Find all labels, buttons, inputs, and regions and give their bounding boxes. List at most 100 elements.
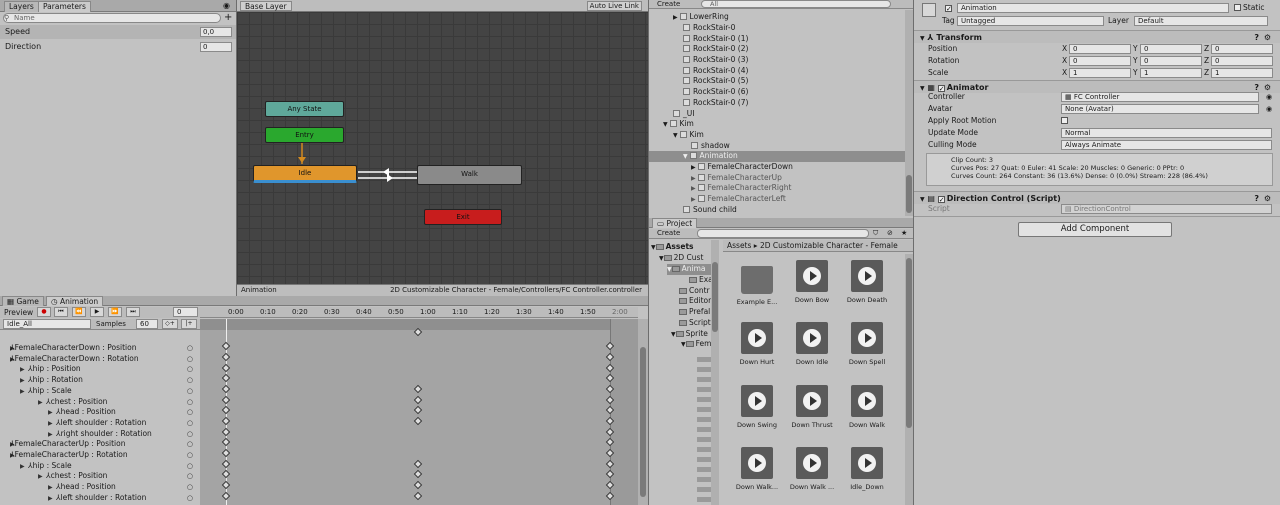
first-key-button[interactable]: ⏮ xyxy=(54,307,68,317)
keyframe[interactable] xyxy=(221,395,231,405)
parameter-row-speed[interactable]: Speed 0,0 xyxy=(0,25,236,39)
keyframe[interactable] xyxy=(413,480,423,490)
property-row[interactable]: ▶ ⅄chest : Position ○ xyxy=(0,471,199,482)
keyframe[interactable] xyxy=(413,384,423,394)
position-z[interactable]: 0 xyxy=(1211,44,1273,54)
position-y[interactable]: 0 xyxy=(1140,44,1202,54)
walk-node[interactable]: Walk xyxy=(417,165,522,185)
hierarchy-item[interactable]: Sound child xyxy=(649,205,906,216)
toggle-icon[interactable]: ○ xyxy=(187,386,193,396)
property-row[interactable]: ▶ ⅄hip : Scale ○ xyxy=(0,461,199,472)
hierarchy-item[interactable]: ▶ FemaleCharacterDown xyxy=(649,162,906,173)
asset-item[interactable]: Down Bow xyxy=(786,260,838,304)
toggle-icon[interactable]: ○ xyxy=(187,429,193,439)
tag-dropdown[interactable]: Untagged xyxy=(957,16,1104,26)
property-row[interactable]: ▶⅄FemaleCharacterUp : Position ○ xyxy=(0,439,199,450)
keyframe[interactable] xyxy=(221,459,231,469)
keyframe[interactable] xyxy=(221,469,231,479)
hierarchy-create-button[interactable]: Create xyxy=(657,0,680,8)
transform-header[interactable]: ▼ ⅄ Transform ? ⚙ xyxy=(914,30,1280,43)
folder-tree-scrollbar[interactable] xyxy=(711,240,719,505)
keyframe[interactable] xyxy=(221,448,231,458)
asset-item[interactable]: Down Swing xyxy=(731,385,783,429)
hierarchy-item[interactable]: ▶ FemaleCharacterLeft xyxy=(649,194,906,205)
label-icon[interactable]: ⊘ xyxy=(887,229,893,237)
preview-toggle[interactable]: Preview xyxy=(4,308,33,317)
layer-dropdown[interactable]: Default xyxy=(1134,16,1268,26)
keyframe[interactable] xyxy=(221,437,231,447)
record-button[interactable]: ● xyxy=(37,307,51,317)
project-create-button[interactable]: Create xyxy=(657,229,680,237)
toggle-icon[interactable]: ○ xyxy=(187,364,193,374)
add-keyframe-button[interactable]: ◇+ xyxy=(162,319,178,329)
frame-field[interactable]: 0 xyxy=(173,307,198,317)
scale-y[interactable]: 1 xyxy=(1140,68,1202,78)
position-x[interactable]: 0 xyxy=(1069,44,1131,54)
asset-item[interactable]: Down Walk xyxy=(841,385,893,429)
keyframe[interactable] xyxy=(413,405,423,415)
folder-item[interactable]: ▼ Fem xyxy=(681,339,711,350)
property-row[interactable]: ▶ ⅄chest : Position ○ xyxy=(0,397,199,408)
tab-game[interactable]: ▦ Game xyxy=(2,296,44,306)
hierarchy-search-input[interactable]: All xyxy=(701,0,891,8)
toggle-icon[interactable]: ○ xyxy=(187,493,193,503)
next-key-button[interactable]: ⏩ xyxy=(108,307,122,317)
toggle-icon[interactable]: ○ xyxy=(187,418,193,428)
prev-key-button[interactable]: ⏪ xyxy=(72,307,86,317)
scale-z[interactable]: 1 xyxy=(1211,68,1273,78)
asset-item[interactable]: Down Idle xyxy=(786,322,838,366)
last-key-button[interactable]: ⏭ xyxy=(126,307,140,317)
project-search-input[interactable] xyxy=(697,229,869,238)
hierarchy-item[interactable]: RockStair-0 (7) xyxy=(649,98,906,109)
folder-item[interactable]: Exa xyxy=(689,275,713,286)
asset-folder[interactable]: Example E... xyxy=(731,262,783,306)
scrollbar-thumb[interactable] xyxy=(712,262,718,332)
asset-item[interactable]: Idle_Down xyxy=(841,447,893,491)
play-button[interactable]: ▶ xyxy=(90,307,104,317)
add-parameter-button[interactable]: + xyxy=(224,12,232,23)
parameter-search-input[interactable]: Name xyxy=(3,13,221,23)
root-motion-checkbox[interactable] xyxy=(1061,115,1070,127)
star-icon[interactable]: ★ xyxy=(901,229,907,237)
object-name-field[interactable]: Animation xyxy=(957,3,1229,13)
scrollbar-thumb[interactable] xyxy=(906,175,912,213)
keyframe[interactable] xyxy=(413,459,423,469)
property-row[interactable]: ▶ ⅄hip : Position ○ xyxy=(0,364,199,375)
keyframe[interactable] xyxy=(221,491,231,501)
keyframe[interactable] xyxy=(413,491,423,501)
update-mode-dropdown[interactable]: Normal xyxy=(1061,128,1272,138)
hierarchy-scrollbar[interactable] xyxy=(905,10,913,216)
keyframe[interactable] xyxy=(413,469,423,479)
property-row[interactable]: ▶ ⅄left shoulder : Rotation ○ xyxy=(0,418,199,429)
eye-icon[interactable]: ◉ xyxy=(223,1,230,10)
parameter-row-direction[interactable]: Direction 0 xyxy=(0,40,236,54)
asset-item[interactable]: Down Thrust xyxy=(786,385,838,429)
toggle-icon[interactable]: ○ xyxy=(187,407,193,417)
speed-value[interactable]: 0,0 xyxy=(200,27,232,37)
folder-item[interactable]: ▼ 2D Cust xyxy=(659,253,703,264)
culling-mode-dropdown[interactable]: Always Animate xyxy=(1061,140,1272,150)
keyframe[interactable] xyxy=(221,427,231,437)
hierarchy-item[interactable]: ▶ FemaleCharacterRight xyxy=(649,183,906,194)
keyframe[interactable] xyxy=(413,395,423,405)
static-toggle[interactable]: Static xyxy=(1234,3,1264,12)
property-row[interactable]: ▶ ⅄head : Position ○ xyxy=(0,407,199,418)
toggle-icon[interactable]: ○ xyxy=(187,482,193,492)
asset-item[interactable]: Down Hurt xyxy=(731,322,783,366)
samples-field[interactable]: 60 xyxy=(136,319,158,329)
scale-x[interactable]: 1 xyxy=(1069,68,1131,78)
toggle-icon[interactable]: ○ xyxy=(187,354,193,364)
toggle-icon[interactable]: ○ xyxy=(187,471,193,481)
breadcrumb-assets[interactable]: Assets xyxy=(727,241,751,250)
asset-grid-scrollbar[interactable] xyxy=(905,254,913,505)
active-checkbox[interactable] xyxy=(945,3,954,12)
property-row[interactable]: ▶ ⅄left shoulder : Rotation ○ xyxy=(0,493,199,504)
toggle-icon[interactable]: ○ xyxy=(187,397,193,407)
keyframe[interactable] xyxy=(221,405,231,415)
scrollbar-thumb[interactable] xyxy=(906,258,912,428)
hierarchy-item[interactable]: RockStair-0 (3) xyxy=(649,55,906,66)
hierarchy-item[interactable]: RockStair-0 (5) xyxy=(649,76,906,87)
property-row[interactable]: ▶ ⅄hip : Rotation ○ xyxy=(0,375,199,386)
toggle-icon[interactable]: ○ xyxy=(187,343,193,353)
toggle-icon[interactable]: ○ xyxy=(187,439,193,449)
